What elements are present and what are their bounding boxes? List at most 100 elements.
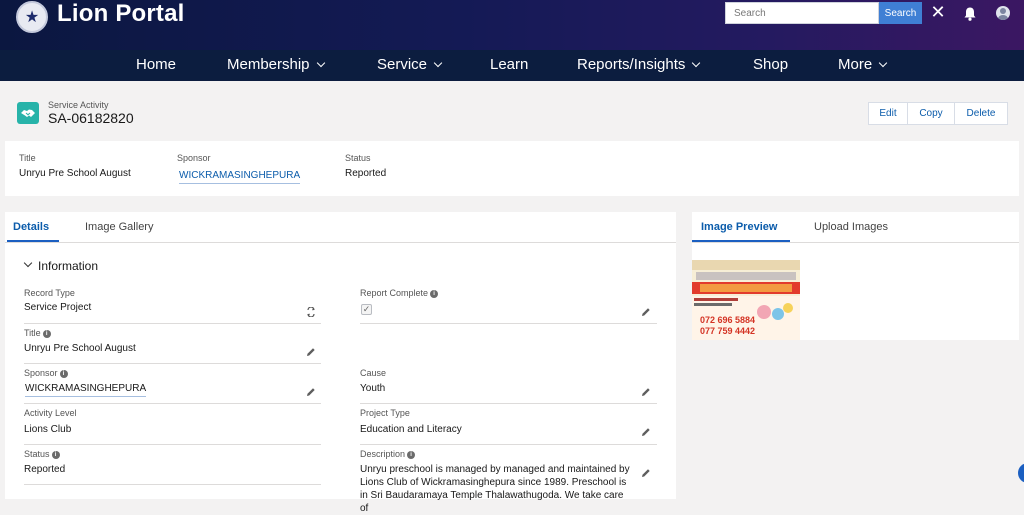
edit-pencil-icon[interactable] xyxy=(306,387,316,397)
nav-service-label: Service xyxy=(377,56,428,73)
lions-logo[interactable]: ★ xyxy=(16,1,48,33)
record-type-label: Record Type xyxy=(24,288,75,298)
floating-help-button[interactable] xyxy=(1018,463,1024,483)
tab-details[interactable]: Details xyxy=(13,212,49,242)
search-button[interactable]: Search xyxy=(879,2,922,24)
activity-level-value: Lions Club xyxy=(24,424,72,435)
edit-pencil-icon[interactable] xyxy=(641,427,651,437)
nav-learn[interactable]: Learn xyxy=(490,50,528,81)
field-divider xyxy=(24,323,321,324)
section-title[interactable]: Information xyxy=(38,259,98,273)
nav-more[interactable]: More xyxy=(838,50,888,81)
sponsor-label-text: Sponsor xyxy=(24,368,58,378)
active-tab-indicator xyxy=(692,240,790,242)
info-icon[interactable]: i xyxy=(42,330,51,338)
report-complete-checkbox: ✓ xyxy=(361,304,372,315)
description-value: Unryu preschool is managed by managed an… xyxy=(360,464,630,514)
banner-phone-2: 077 759 4442 xyxy=(700,326,755,336)
nav-service[interactable]: Service xyxy=(377,50,443,81)
info-icon[interactable]: i xyxy=(430,290,439,298)
handshake-icon xyxy=(17,102,39,124)
chevron-down-icon xyxy=(316,58,325,68)
status-label-text: Status xyxy=(24,449,50,459)
record-type-value: Service Project xyxy=(24,302,92,313)
banner-illustration: 072 696 5884 077 759 4442 xyxy=(692,260,800,340)
highlights-panel: Title Unryu Pre School August Sponsor WI… xyxy=(5,141,1019,196)
record-type-label: Service Activity xyxy=(48,100,109,110)
highlight-status-label: Status xyxy=(345,153,371,163)
active-tab-indicator xyxy=(7,240,59,242)
report-complete-label: Report Complete i xyxy=(360,288,439,299)
nav-home[interactable]: Home xyxy=(136,50,176,81)
cause-value: Youth xyxy=(360,383,386,394)
close-icon[interactable]: ✕ xyxy=(930,2,946,22)
tab-upload-images[interactable]: Upload Images xyxy=(814,212,888,242)
edit-button[interactable]: Edit xyxy=(868,102,908,125)
bell-icon[interactable] xyxy=(962,6,978,22)
highlight-sponsor-link[interactable]: WICKRAMASINGHEPURA xyxy=(179,170,301,184)
field-divider xyxy=(24,403,321,404)
portal-brand[interactable]: Lion Portal xyxy=(57,0,185,28)
project-type-label: Project Type xyxy=(360,408,410,418)
activity-level-label: Activity Level xyxy=(24,408,77,418)
nav-learn-label: Learn xyxy=(490,56,529,73)
edit-pencil-icon[interactable] xyxy=(641,387,651,397)
tab-divider xyxy=(692,242,1019,243)
cause-label: Cause xyxy=(360,368,387,378)
nav-membership-label: Membership xyxy=(227,56,310,73)
change-record-type-icon[interactable] xyxy=(306,307,316,317)
nav-membership[interactable]: Membership xyxy=(227,50,325,81)
nav-home-label: Home xyxy=(136,56,177,73)
nav-more-label: More xyxy=(838,56,873,73)
tab-divider xyxy=(5,242,676,243)
nav-shop[interactable]: Shop xyxy=(753,50,788,81)
description-label: Description i xyxy=(360,449,416,460)
banner-phone-1: 072 696 5884 xyxy=(700,315,755,325)
highlight-title-label: Title xyxy=(19,153,36,163)
chevron-down-icon xyxy=(433,58,443,68)
field-divider xyxy=(24,444,321,445)
sponsor-label: Sponsor i xyxy=(24,368,68,379)
image-panel: Image Preview Upload Images 072 696 5884… xyxy=(692,212,1019,340)
edit-pencil-icon[interactable] xyxy=(641,468,651,478)
edit-pencil-icon[interactable] xyxy=(306,347,316,357)
main-nav: Home Membership Service Learn Reports/In… xyxy=(0,50,1024,81)
preview-image[interactable]: 072 696 5884 077 759 4442 xyxy=(692,260,800,340)
info-icon[interactable]: i xyxy=(51,451,60,459)
info-icon[interactable]: i xyxy=(59,370,68,378)
record-name: SA-06182820 xyxy=(48,110,134,126)
status-value: Reported xyxy=(24,464,66,475)
title-label-text: Title xyxy=(24,328,41,338)
sponsor-link[interactable]: WICKRAMASINGHEPURA xyxy=(25,383,147,397)
title-value: Unryu Pre School August xyxy=(24,343,136,354)
user-avatar-icon[interactable] xyxy=(996,6,1010,20)
chevron-down-icon xyxy=(692,58,701,68)
top-header: ★ Lion Portal Search ✕ xyxy=(0,0,1024,50)
highlight-title-value: Unryu Pre School August xyxy=(19,168,131,179)
nav-reports-insights[interactable]: Reports/Insights xyxy=(577,50,701,81)
info-icon[interactable]: i xyxy=(407,451,416,459)
tab-image-preview[interactable]: Image Preview xyxy=(701,212,777,242)
field-divider xyxy=(24,363,321,364)
status-label: Status i xyxy=(24,449,60,460)
copy-button[interactable]: Copy xyxy=(907,102,955,125)
search-input[interactable] xyxy=(725,2,879,24)
field-divider xyxy=(360,323,657,324)
nav-shop-label: Shop xyxy=(753,56,789,73)
details-panel: Details Image Gallery Information Record… xyxy=(5,212,676,514)
delete-button[interactable]: Delete xyxy=(954,102,1008,125)
field-divider xyxy=(24,484,321,485)
highlight-sponsor-label: Sponsor xyxy=(177,153,211,163)
edit-pencil-icon[interactable] xyxy=(641,307,651,317)
nav-reports-label: Reports/Insights xyxy=(577,56,686,73)
description-label-text: Description xyxy=(360,449,406,459)
project-type-value: Education and Literacy xyxy=(360,424,462,435)
field-divider xyxy=(360,403,657,404)
highlight-status-value: Reported xyxy=(345,168,387,179)
tab-image-gallery[interactable]: Image Gallery xyxy=(85,212,153,242)
chevron-down-icon xyxy=(878,58,888,68)
chevron-down-icon[interactable] xyxy=(23,258,33,268)
title-label: Title i xyxy=(24,328,51,339)
report-complete-label-text: Report Complete xyxy=(360,288,429,298)
field-divider xyxy=(360,444,657,445)
